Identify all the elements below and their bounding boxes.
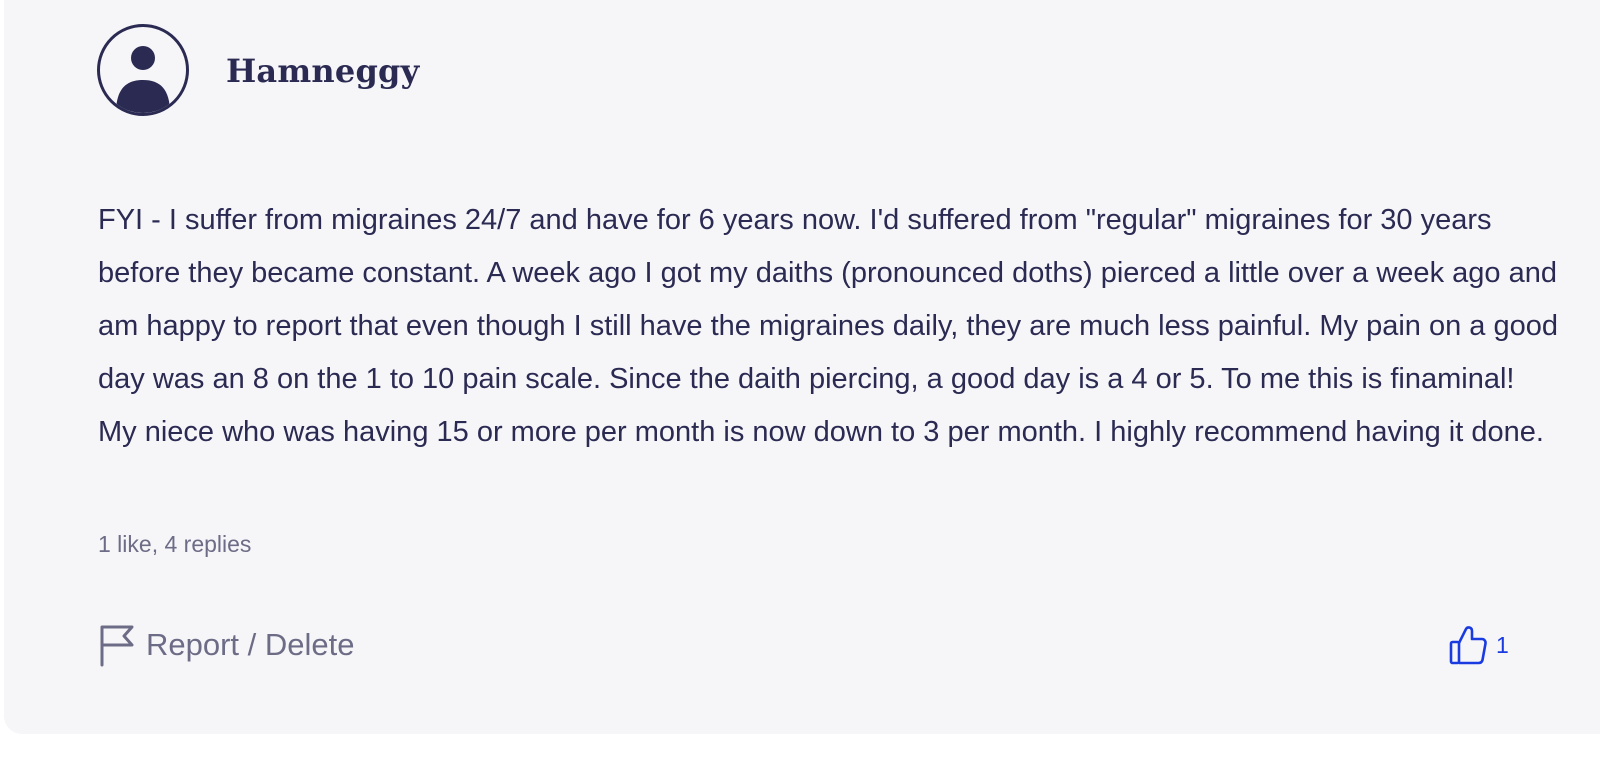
comment-card: Hamneggy FYI - I suffer from migraines 2… <box>4 0 1600 734</box>
user-avatar-icon[interactable] <box>97 24 189 116</box>
thumbs-up-icon <box>1449 626 1487 665</box>
report-delete-button[interactable]: Report / Delete <box>98 622 355 668</box>
comment-body: FYI - I suffer from migraines 24/7 and h… <box>98 204 1558 448</box>
comment-meta[interactable]: 1 like, 4 replies <box>98 531 251 558</box>
flag-icon <box>100 625 134 667</box>
author-name[interactable]: Hamneggy <box>226 52 419 90</box>
report-delete-label: Report / Delete <box>146 627 355 662</box>
like-button[interactable]: 1 <box>1448 622 1509 668</box>
like-count: 1 <box>1496 631 1509 658</box>
